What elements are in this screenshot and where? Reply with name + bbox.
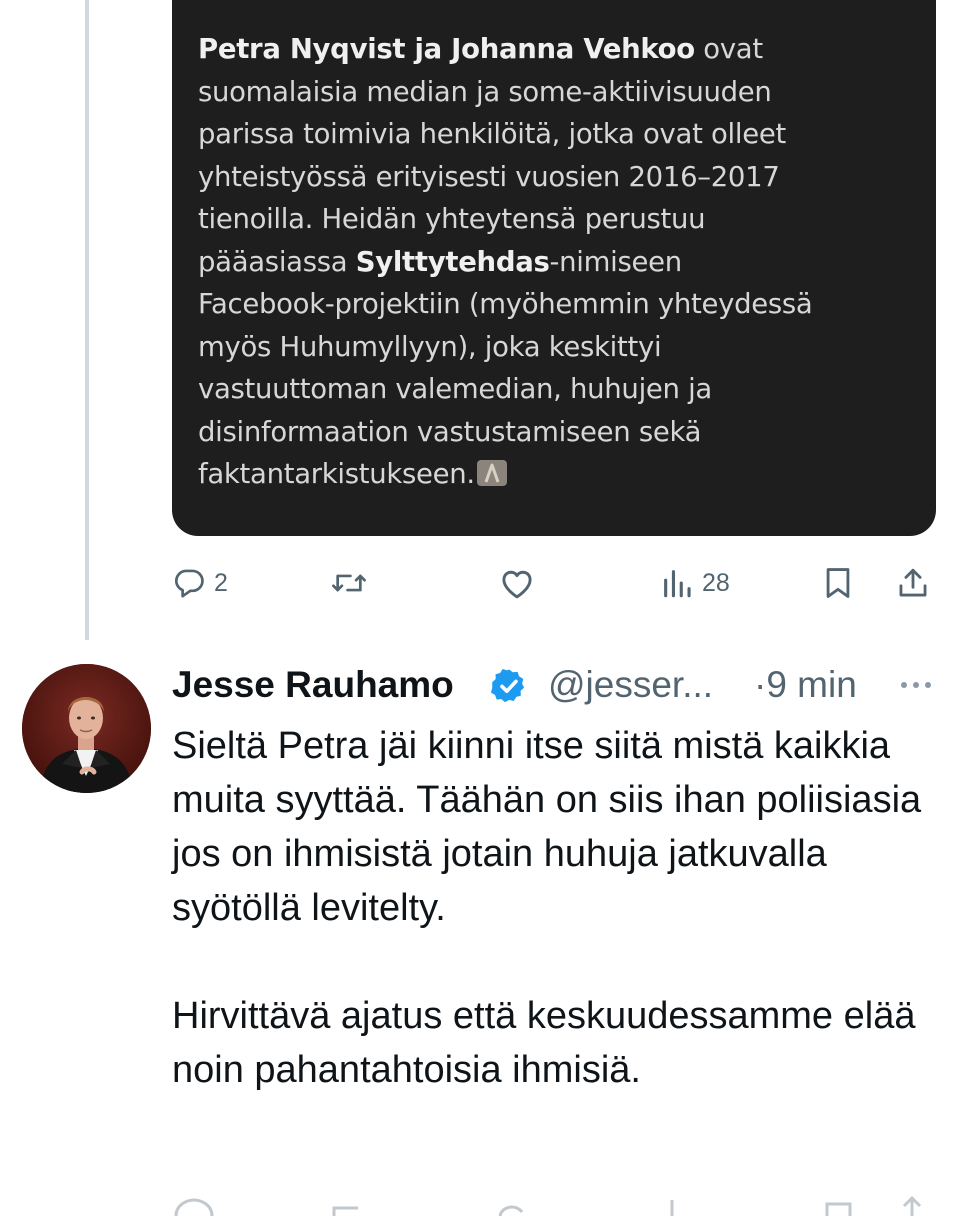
quoted-card-line: myös Huhumyllyyn), joka keskittyi xyxy=(198,326,910,369)
quoted-card-bold-text: Petra Nyqvist ja Johanna Vehkoo xyxy=(198,33,695,65)
quoted-card-line: yhteistyössä erityisesti vuosien 2016–20… xyxy=(198,156,910,199)
quoted-ai-response-card[interactable]: Petra Nyqvist ja Johanna Vehkoo ovat suom… xyxy=(172,0,936,536)
share-icon xyxy=(896,566,930,600)
quoted-card-text-segment: myös Huhumyllyyn), joka keskittyi xyxy=(198,330,662,363)
quoted-card-line: tienoilla. Heidän yhteytensä perustuu xyxy=(198,198,910,241)
quoted-card-text-segment: ovat xyxy=(694,33,763,65)
quoted-card-line: Facebook-projektiin (myöhemmin yhteydess… xyxy=(198,283,910,326)
thread-connector-line xyxy=(85,0,89,640)
tweet-timestamp[interactable]: ·9 min xyxy=(754,664,857,706)
quoted-card-line: Petra Nyqvist ja Johanna Vehkoo ovat xyxy=(198,28,910,71)
more-icon[interactable] xyxy=(896,668,936,711)
retweet-icon xyxy=(330,566,368,600)
quoted-card-text-segment: -nimiseen xyxy=(549,245,683,278)
like-button[interactable] xyxy=(498,560,536,606)
quoted-card-text-segment: parissa toimivia henkilöitä, jotka ovat … xyxy=(198,118,786,150)
tweet-paragraph-1: Sieltä Petra jäi kiinni itse siitä mistä… xyxy=(172,725,922,929)
quoted-card-text: Petra Nyqvist ja Johanna Vehkoo ovat suom… xyxy=(198,28,910,496)
views-button[interactable]: 28 xyxy=(660,560,730,606)
quoted-card-line: disinformaation vastustamiseen sekä xyxy=(198,411,910,454)
reply-button[interactable]: 2 xyxy=(172,560,228,606)
quoted-card-text-segment: Facebook-projektiin (myöhemmin yhteydess… xyxy=(198,288,813,320)
quoted-card-line: vastuuttoman valemedian, huhujen ja xyxy=(198,368,910,411)
author-name[interactable]: Jesse Rauhamo xyxy=(172,664,454,706)
quoted-card-bold-text: Sylttytehdas xyxy=(355,245,550,278)
tweet-header: Jesse Rauhamo @jesser... ·9 min xyxy=(172,662,942,710)
author-avatar[interactable] xyxy=(22,664,151,793)
quoted-card-line: faktantarkistukseen. xyxy=(198,453,910,496)
quoted-card-text-segment: yhteistyössä erityisesti vuosien 2016–20… xyxy=(198,160,780,193)
views-icon xyxy=(660,566,694,600)
verified-badge-icon[interactable] xyxy=(490,667,528,714)
quoted-card-text-segment: disinformaation vastustamiseen sekä xyxy=(198,415,702,448)
like-icon xyxy=(498,566,536,600)
quoted-card-text-segment: faktantarkistukseen. xyxy=(198,458,475,490)
quoted-card-text-segment: vastuuttoman valemedian, huhujen ja xyxy=(198,373,712,405)
bookmark-icon xyxy=(822,566,854,600)
previous-tweet-action-bar: 2 28 xyxy=(172,560,942,606)
quoted-card-line: pääasiassa Sylttytehdas-nimiseen xyxy=(198,241,910,284)
quoted-card-text-segment: suomalaisia median ja some-aktiivisuuden xyxy=(198,75,772,108)
tweet-action-bar-partial xyxy=(172,1186,942,1217)
ai-source-icon[interactable] xyxy=(476,460,507,486)
reply-count: 2 xyxy=(214,568,228,597)
views-count: 28 xyxy=(702,568,730,597)
share-button[interactable] xyxy=(896,560,930,606)
tweet-body: Sieltä Petra jäi kiinni itse siitä mistä… xyxy=(172,719,942,1097)
quoted-card-line: parissa toimivia henkilöitä, jotka ovat … xyxy=(198,113,910,156)
author-handle[interactable]: @jesser... xyxy=(548,664,713,706)
avatar-photo xyxy=(22,664,151,793)
quoted-card-text-segment: pääasiassa xyxy=(198,245,356,278)
retweet-button[interactable] xyxy=(330,560,368,606)
quoted-card-text-segment: tienoilla. Heidän yhteytensä perustuu xyxy=(198,203,706,235)
reply-icon xyxy=(172,566,206,600)
bookmark-button[interactable] xyxy=(822,560,854,606)
quoted-card-line: suomalaisia median ja some-aktiivisuuden xyxy=(198,71,910,114)
tweet-paragraph-2: Hirvittävä ajatus että keskuudessamme el… xyxy=(172,995,916,1091)
